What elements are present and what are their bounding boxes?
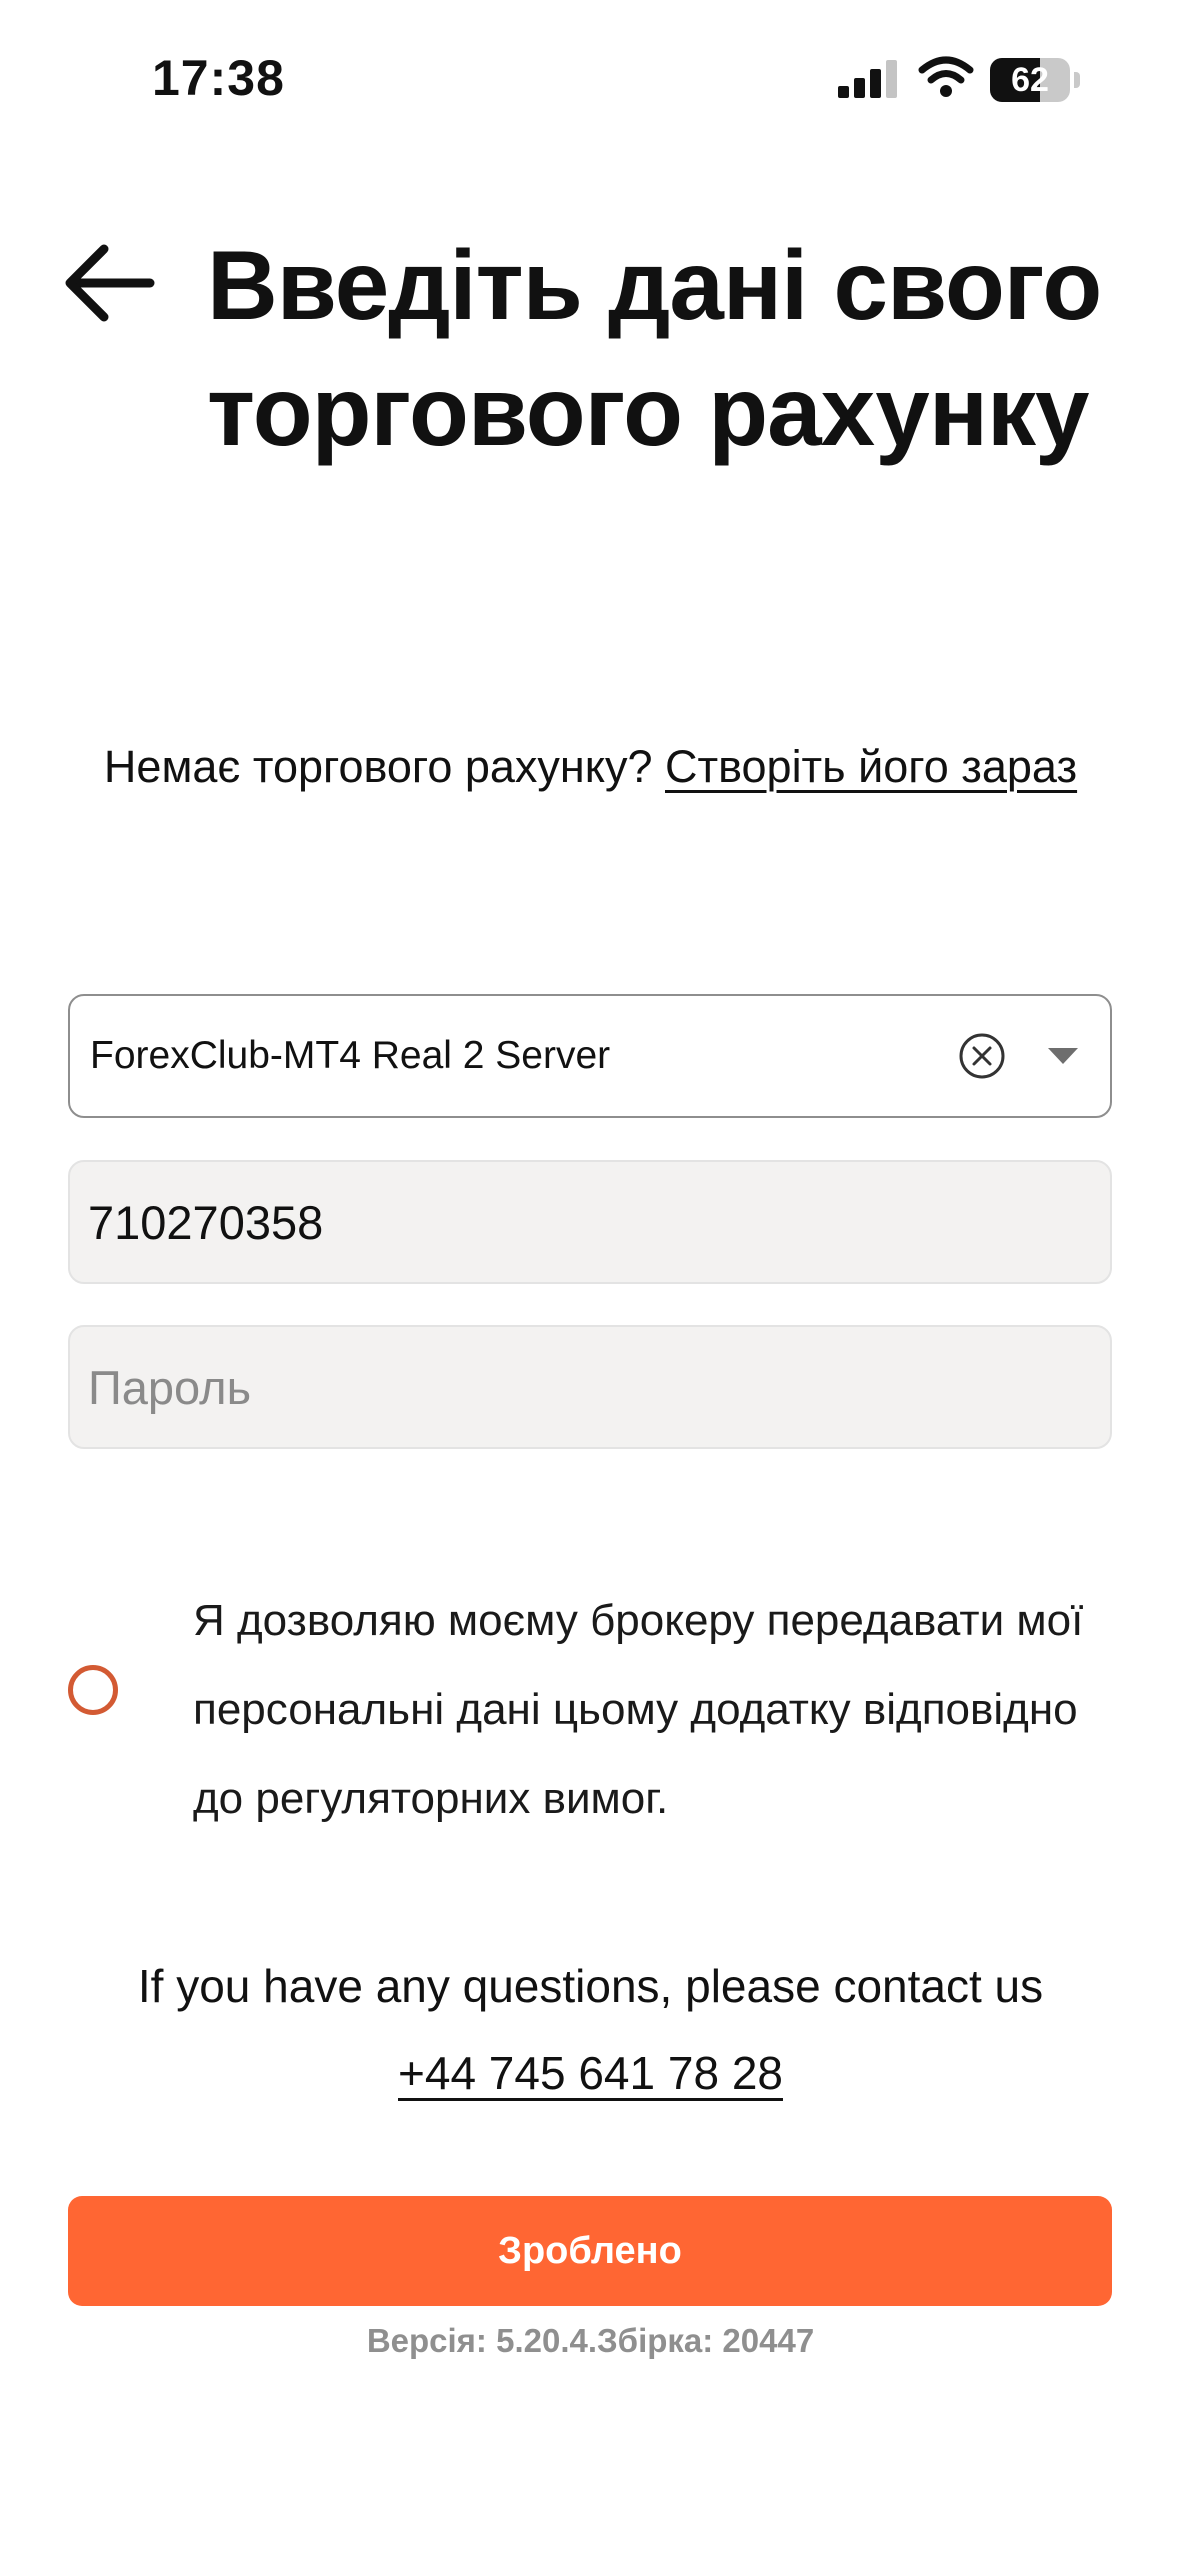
server-select-value: ForexClub-MT4 Real 2 Server (90, 1034, 611, 1077)
consent-text: Я дозволяю моєму брокеру передавати мої … (193, 1596, 1084, 1823)
battery-body: 62 (990, 58, 1070, 102)
back-arrow-icon[interactable] (60, 235, 160, 335)
create-account-link[interactable]: Створіть його зараз (665, 741, 1077, 792)
account-number-input[interactable] (88, 1162, 1088, 1282)
done-button[interactable]: Зроблено (68, 2196, 1112, 2306)
server-select[interactable]: ForexClub-MT4 Real 2 Server (68, 994, 1112, 1118)
no-account-prompt: Немає торгового рахунку? Створіть його з… (80, 722, 1101, 812)
clear-circle-icon[interactable] (958, 1032, 1006, 1080)
password-input[interactable] (88, 1327, 1088, 1447)
no-account-text: Немає торгового рахунку? (103, 741, 665, 792)
password-field[interactable] (68, 1325, 1112, 1449)
page-title: Введіть дані свого торгового рахунку (207, 230, 1102, 466)
contact-phone-row: +44 745 641 78 28 (40, 2028, 1141, 2118)
contact-phone-link[interactable]: +44 745 641 78 28 (398, 2047, 783, 2099)
status-bar: 17:38 62 (0, 0, 1181, 150)
chevron-down-icon[interactable] (1048, 1042, 1078, 1070)
battery-tip (1074, 72, 1080, 88)
wifi-icon (918, 56, 974, 97)
account-number-field[interactable] (68, 1160, 1112, 1284)
battery-icon: 62 (990, 58, 1080, 102)
consent-radio-button[interactable] (68, 1665, 118, 1715)
contact-text: If you have any questions, please contac… (137, 1960, 1044, 2012)
battery-level: 62 (1011, 61, 1049, 99)
status-time: 17:38 (152, 50, 285, 106)
version-text: Версія: 5.20.4.Збірка: 20447 (366, 2322, 815, 2359)
signal-icon (838, 60, 897, 98)
